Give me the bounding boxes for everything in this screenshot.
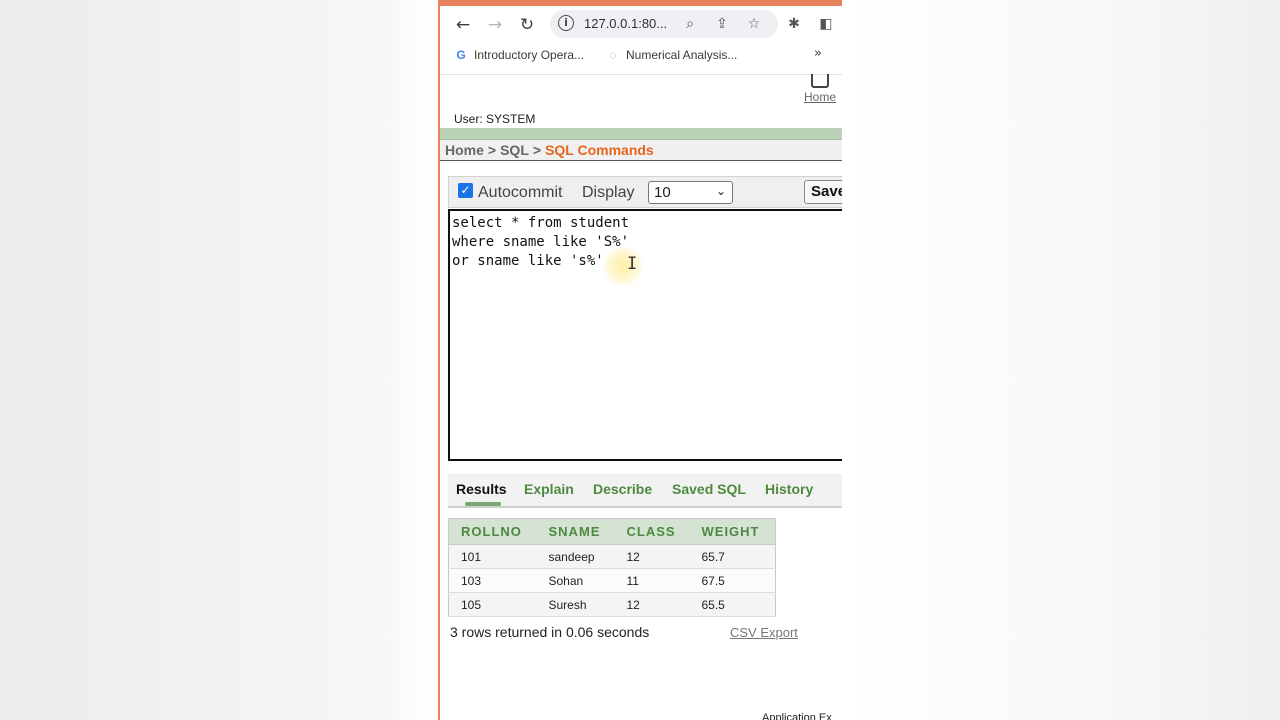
extensions-puzzle-icon[interactable]: ✱ — [784, 14, 804, 34]
table-cell: 12 — [614, 592, 690, 617]
rows-returned-summary: 3 rows returned in 0.06 seconds — [450, 624, 650, 640]
save-button[interactable]: Save — [804, 180, 842, 204]
breadcrumb-current: SQL Commands — [545, 142, 654, 158]
table-row: 101 sandeep 12 65.7 — [448, 544, 776, 569]
sql-editor[interactable]: select * from student where sname like '… — [448, 209, 842, 461]
background-right — [842, 0, 1280, 720]
table-cell: 101 — [448, 544, 537, 569]
bookmark-label: Numerical Analysis... — [626, 48, 738, 62]
table-row: 103 Sohan 11 67.5 — [448, 568, 776, 593]
table-cell: 67.5 — [689, 568, 776, 593]
bookmark-item[interactable]: G Introductory Opera... — [454, 48, 584, 62]
results-tabs: Results Explain Describe Saved SQL Histo… — [448, 474, 842, 508]
column-header: WEIGHT — [689, 518, 776, 545]
bookmark-item[interactable]: ◌ Numerical Analysis... — [606, 48, 737, 62]
site-info-icon[interactable]: i — [558, 15, 574, 31]
table-cell: 11 — [614, 568, 690, 593]
table-cell: Sohan — [536, 568, 615, 593]
breadcrumb-separator: > — [487, 142, 497, 158]
text-cursor-icon: I — [627, 254, 638, 274]
home-icon — [811, 74, 829, 88]
table-row: 105 Suresh 12 65.5 — [448, 592, 776, 617]
active-tab-indicator — [465, 502, 501, 506]
browser-toolbar: ← → ↻ i 127.0.0.1:80... ⌕ ⇪ ☆ ✱ ◧ G Intro… — [440, 6, 842, 70]
breadcrumb: Home > SQL > SQL Commands — [440, 140, 842, 161]
tab-saved-sql[interactable]: Saved SQL — [672, 481, 746, 497]
zoom-icon[interactable]: ⌕ — [680, 14, 700, 34]
chrome-divider — [440, 74, 842, 75]
breadcrumb-separator: > — [532, 142, 542, 158]
google-icon: G — [456, 48, 466, 62]
autocommit-checkbox[interactable]: ✓ — [458, 183, 473, 198]
tab-explain[interactable]: Explain — [524, 481, 574, 497]
header-band — [440, 128, 842, 140]
table-header-row: ROLLNO SNAME CLASS WEIGHT — [448, 518, 776, 545]
breadcrumb-sql[interactable]: SQL — [500, 142, 529, 158]
tab-history[interactable]: History — [765, 481, 813, 497]
browser-window: ← → ↻ i 127.0.0.1:80... ⌕ ⇪ ☆ ✱ ◧ G Intro… — [438, 0, 842, 720]
autocommit-label: Autocommit — [478, 184, 563, 201]
column-header: SNAME — [536, 518, 615, 545]
reload-icon[interactable]: ↻ — [516, 14, 538, 36]
table-cell: 12 — [614, 544, 690, 569]
display-rows-select[interactable]: 10 ⌄ — [648, 181, 733, 204]
csv-export-link[interactable]: CSV Export — [730, 625, 798, 640]
back-arrow-icon[interactable]: ← — [452, 14, 474, 36]
bookmarks-bar: G Introductory Opera... ◌ Numerical Analys… — [440, 46, 842, 68]
column-header: CLASS — [614, 518, 690, 545]
tab-describe[interactable]: Describe — [593, 481, 652, 497]
sql-toolbar: ✓ Autocommit Display 10 ⌄ Save — [448, 176, 842, 208]
results-table: ROLLNO SNAME CLASS WEIGHT 101 sandeep 12… — [448, 518, 776, 617]
table-cell: 65.7 — [689, 544, 776, 569]
share-icon[interactable]: ⇪ — [712, 14, 732, 34]
column-header: ROLLNO — [448, 518, 537, 545]
chevron-down-icon: ⌄ — [715, 184, 726, 198]
table-cell: sandeep — [536, 544, 615, 569]
user-info: User: SYSTEM — [454, 112, 536, 126]
table-cell: Suresh — [536, 592, 615, 617]
footer-text: Application Ex — [762, 712, 832, 720]
home-link[interactable]: Home — [802, 74, 838, 104]
table-cell: 65.5 — [689, 592, 776, 617]
side-panel-icon[interactable]: ◧ — [816, 14, 836, 34]
table-cell: 105 — [448, 592, 537, 617]
url-text: 127.0.0.1:80... — [584, 16, 668, 31]
bookmarks-overflow-icon[interactable]: » — [814, 46, 822, 61]
home-label: Home — [803, 90, 836, 104]
display-label: Display — [582, 184, 635, 201]
tab-results[interactable]: Results — [456, 481, 507, 497]
site-favicon-icon: ◌ — [609, 48, 617, 62]
table-cell: 103 — [448, 568, 537, 593]
breadcrumb-home[interactable]: Home — [445, 142, 484, 158]
forward-arrow-icon[interactable]: → — [484, 14, 506, 36]
display-rows-value: 10 — [654, 184, 671, 201]
bookmark-label: Introductory Opera... — [474, 48, 585, 62]
bookmark-star-icon[interactable]: ☆ — [744, 14, 764, 34]
